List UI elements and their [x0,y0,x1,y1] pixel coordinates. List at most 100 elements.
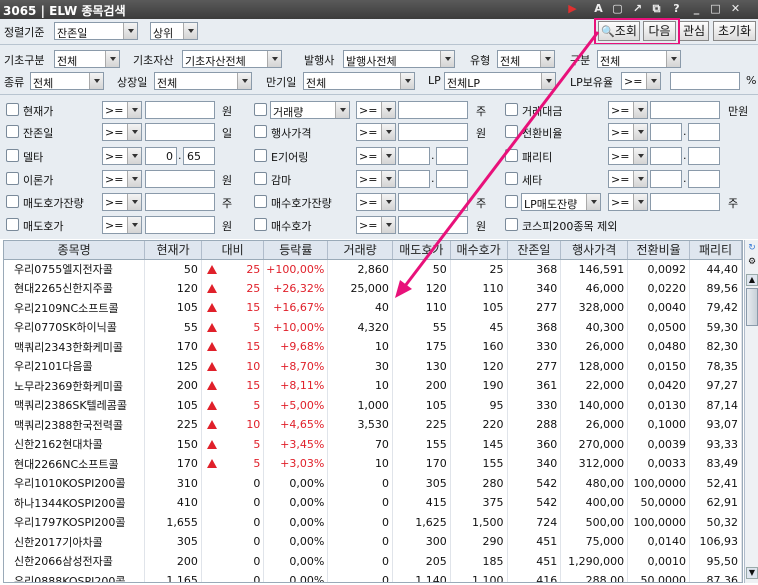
condition-input-int[interactable] [650,170,682,188]
copy-icon[interactable]: ⧉ [650,2,663,16]
condition-input[interactable] [650,193,720,211]
condition-checkbox[interactable] [6,172,19,185]
condition-input-dec[interactable] [688,147,720,165]
operator-select[interactable]: >= [608,170,648,188]
table-row[interactable]: 맥쿼리2386SK텔레콤콜 105 5 +5,00% 1,000 105 95 330 140,… [4,395,742,415]
column-header[interactable]: 매도호가 [392,241,451,260]
table-row[interactable]: 신한2162현대차콜 150 5 +3,45% 70 155 145 360 270,000 0,… [4,434,742,454]
condition-checkbox[interactable] [505,125,518,138]
table-row[interactable]: 맥쿼리2343한화케미콜 170 15 +9,68% 10 175 160 330 26,000… [4,337,742,357]
operator-select[interactable]: >= [356,193,396,211]
filter-select[interactable]: 전체 [303,72,415,90]
condition-input[interactable] [145,193,215,211]
column-header[interactable]: 행사가격 [560,241,629,260]
condition-checkbox[interactable] [254,103,267,116]
table-row[interactable]: 현대2265신한지주콜 120 25 +26,32% 25,000 120 110 340 46… [4,278,742,298]
operator-select[interactable]: >= [356,101,396,119]
table-row[interactable]: 우리1797KOSPI200콜 1,655 0 0,00% 0 1,625 1,500 724… [4,512,742,532]
column-header[interactable]: 현재가 [144,241,202,260]
operator-select[interactable]: >= [102,101,142,119]
filter-select[interactable]: >= [621,72,661,90]
condition-input[interactable] [145,123,215,141]
minimize-icon[interactable]: _ [690,2,703,16]
table-row[interactable]: 우리0888KOSPI200콜 1,165 0 0,00% 0 1,140 1,100 416… [4,571,742,582]
table-row[interactable]: 우리0770SK하이닉콜 55 5 +10,00% 4,320 55 45 368 40,300… [4,317,742,337]
operator-select[interactable]: >= [608,123,648,141]
condition-input[interactable] [145,216,215,234]
table-row[interactable]: 노무라2369한화케미콜 200 15 +8,11% 10 200 190 361 22,000… [4,376,742,396]
condition-input[interactable] [145,170,215,188]
table-row[interactable]: 우리2109NC소프트콜 105 15 +16,67% 40 110 105 277 328,0… [4,298,742,318]
reset-button[interactable]: 초기화 [713,21,756,41]
operator-select[interactable]: >= [102,147,142,165]
filter-select[interactable]: 전체 [497,50,555,68]
column-header[interactable]: 등락률 [263,241,329,260]
condition-input-dec[interactable]: 65 [183,147,215,165]
condition-input[interactable] [398,216,468,234]
table-row[interactable]: 하나1344KOSPI200콜 410 0 0,00% 0 415 375 542 400,00… [4,493,742,513]
operator-select[interactable]: >= [608,147,648,165]
close-icon[interactable]: ✕ [729,2,742,16]
condition-checkbox[interactable] [505,195,518,208]
condition-checkbox[interactable] [254,149,267,162]
condition-input-int[interactable] [650,123,682,141]
text-icon[interactable]: A [592,2,605,16]
condition-checkbox[interactable] [6,149,19,162]
play-icon[interactable]: ▶ [566,2,579,16]
rank-select[interactable]: 상위 [150,22,198,40]
operator-select[interactable]: >= [356,147,396,165]
settings-icon[interactable]: ⚙ [746,256,758,268]
table-row[interactable]: 맥쿼리2388한국전력콜 225 10 +4,65% 3,530 225 220 288 26,… [4,415,742,435]
scroll-thumb[interactable] [746,288,758,326]
table-row[interactable]: 우리2101다음콜 125 10 +8,70% 30 130 120 277 128,000 0,… [4,356,742,376]
condition-type-select[interactable]: LP매도잔량 [521,193,601,211]
filter-select[interactable]: 발행사전체 [343,50,455,68]
condition-type-select[interactable]: 거래량 [270,101,350,119]
condition-input[interactable] [145,101,215,119]
operator-select[interactable]: >= [102,170,142,188]
maximize-icon[interactable]: □ [709,2,722,16]
sort-select[interactable]: 잔존일 [54,22,138,40]
operator-select[interactable]: >= [608,193,648,211]
condition-checkbox[interactable] [6,103,19,116]
interest-button[interactable]: 관심 [679,21,709,41]
condition-input-int[interactable]: 0 [145,147,177,165]
pin-icon[interactable]: ↗ [631,2,644,16]
column-header[interactable]: 패리티 [689,241,742,260]
table-row[interactable]: 우리1010KOSPI200콜 310 0 0,00% 0 305 280 542 480,00… [4,473,742,493]
lp-ratio-input[interactable] [670,72,740,90]
column-header[interactable]: 거래량 [327,241,393,260]
table-row[interactable]: 우리0755엘지전자콜 50 25 +100,00% 2,860 50 25 368 146,5… [4,259,742,279]
help-icon[interactable]: ? [670,2,683,16]
column-header[interactable]: 종목명 [4,241,146,260]
condition-input-dec[interactable] [688,123,720,141]
scroll-down-icon[interactable]: ▼ [746,567,758,579]
filter-select[interactable]: 전체 [30,72,104,90]
condition-input-int[interactable] [650,147,682,165]
condition-checkbox[interactable] [505,149,518,162]
filter-select[interactable]: 전체 [54,50,120,68]
condition-checkbox[interactable] [254,172,267,185]
filter-select[interactable]: 전체LP [444,72,556,90]
table-row[interactable]: 현대2266NC소프트콜 170 5 +3,03% 10 170 155 340 312,000… [4,454,742,474]
operator-select[interactable]: >= [356,123,396,141]
filter-select[interactable]: 전체 [597,50,681,68]
column-header[interactable]: 전환비율 [627,241,691,260]
filter-select[interactable]: 기초자산전체 [182,50,282,68]
table-row[interactable]: 신한2066삼성전자콜 200 0 0,00% 0 205 185 451 1,290,000 0… [4,551,742,571]
condition-checkbox[interactable] [6,195,19,208]
refresh-icon[interactable]: ↻ [746,242,758,254]
condition-checkbox[interactable] [254,195,267,208]
column-header[interactable]: 잔존일 [507,241,562,260]
condition-checkbox[interactable] [505,172,518,185]
condition-input[interactable] [650,101,720,119]
vertical-scrollbar[interactable]: ↻ ⚙ ▲ ▼ [744,240,758,583]
condition-input-dec[interactable] [688,170,720,188]
operator-select[interactable]: >= [608,101,648,119]
condition-input-dec[interactable] [436,170,468,188]
condition-input-dec[interactable] [436,147,468,165]
condition-checkbox[interactable] [254,125,267,138]
condition-input[interactable] [398,123,468,141]
filter-select[interactable]: 전체 [154,72,252,90]
column-header[interactable]: 매수호가 [450,241,508,260]
